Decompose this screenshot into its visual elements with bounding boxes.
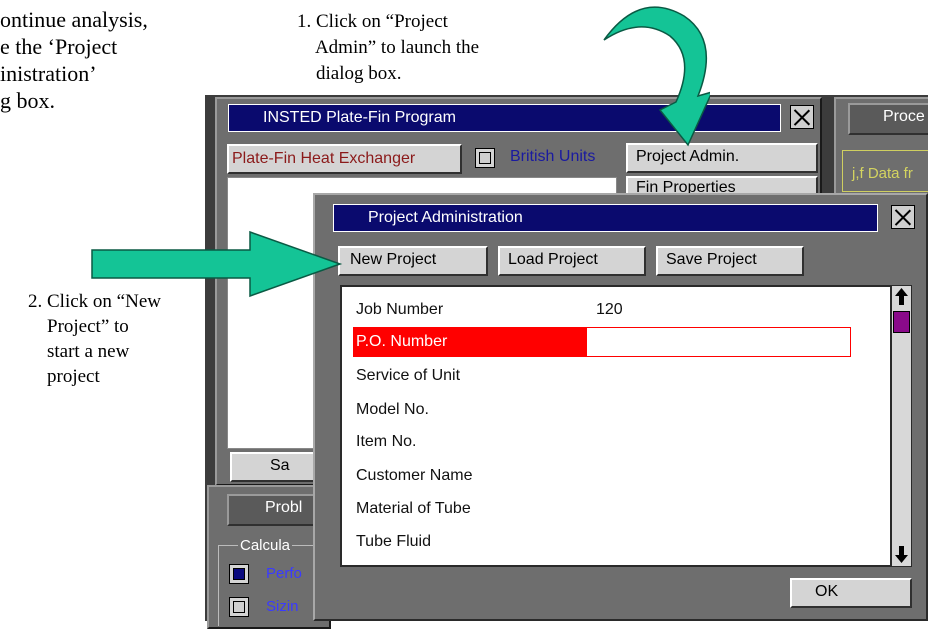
field-label: Job Number (356, 301, 444, 318)
field-row-model[interactable]: Model No. (342, 395, 890, 425)
problem-button-partial[interactable]: Probl (227, 494, 327, 526)
field-label: Customer Name (356, 467, 473, 484)
calculation-group-label: Calcula (238, 537, 293, 554)
step1-instruction-text: 1. Click on “Project Admin” to launch th… (297, 11, 480, 84)
field-row-tube-fluid[interactable]: Tube Fluid (342, 527, 890, 557)
sizing-checkbox[interactable] (229, 597, 249, 617)
po-number-input[interactable] (586, 327, 851, 357)
field-row-service[interactable]: Service of Unit (342, 361, 890, 391)
british-units-checkbox[interactable] (475, 148, 495, 168)
field-value: 120 (596, 301, 623, 318)
jf-data-label: j,f Data fr (852, 165, 913, 182)
program-type-label: Plate-Fin Heat Exchanger (227, 144, 462, 174)
field-row-tube-material[interactable]: Material of Tube (342, 494, 890, 524)
straight-arrow-icon (91, 230, 343, 298)
arrow-down-icon[interactable] (892, 544, 911, 564)
sizing-label: Sizin (266, 598, 299, 615)
field-label: Service of Unit (356, 367, 461, 384)
step2-instruction-text: 2. Click on “New Project” to start a new… (28, 291, 161, 387)
new-project-button[interactable]: New Project (338, 246, 488, 276)
dialog-close-icon[interactable] (891, 205, 915, 229)
field-row-job-number[interactable]: Job Number 120 (342, 295, 890, 325)
performance-checkbox[interactable] (229, 564, 249, 584)
british-units-label: British Units (510, 148, 596, 165)
curved-arrow-icon (603, 6, 710, 147)
arrow-up-icon[interactable] (892, 287, 911, 307)
scroll-thumb[interactable] (893, 311, 910, 333)
program-close-icon[interactable] (790, 105, 814, 129)
field-row-customer[interactable]: Customer Name (342, 461, 890, 491)
field-label: Model No. (356, 401, 429, 418)
program-title: INSTED Plate-Fin Program (263, 109, 456, 126)
process-button-partial[interactable]: Proce (848, 103, 928, 135)
save-button-partial[interactable]: Sa (230, 452, 320, 482)
program-type-text: Plate-Fin Heat Exchanger (232, 150, 416, 167)
performance-label: Perfo (266, 565, 302, 582)
dialog-title: Project Administration (368, 209, 523, 226)
field-label: Item No. (356, 433, 417, 450)
load-project-button[interactable]: Load Project (498, 246, 646, 276)
field-label: P.O. Number (356, 333, 448, 350)
save-project-button[interactable]: Save Project (656, 246, 804, 276)
fields-scrollbar[interactable] (891, 285, 912, 567)
project-fields-list: Job Number 120 P.O. Number Service of Un… (340, 285, 892, 567)
field-label: Material of Tube (356, 500, 471, 517)
field-label: Tube Fluid (356, 533, 431, 550)
dialog-title-bar: Project Administration (333, 204, 878, 232)
intro-instruction-text: ontinue analysis, e the ‘Project inistra… (0, 7, 148, 113)
field-row-item[interactable]: Item No. (342, 427, 890, 457)
field-row-po-number[interactable]: P.O. Number (342, 327, 890, 357)
ok-button[interactable]: OK (790, 578, 912, 608)
